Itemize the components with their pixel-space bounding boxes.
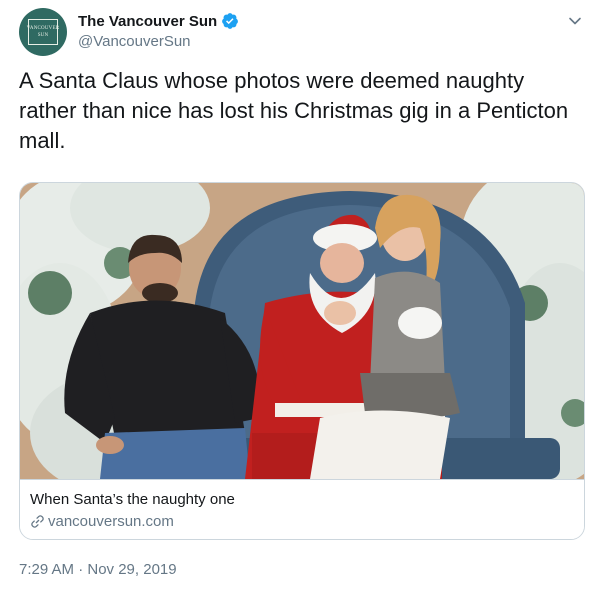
photo-santa-with-couple <box>20 183 584 479</box>
card-title[interactable]: When Santa’s the naughty one <box>30 491 235 508</box>
card-domain[interactable]: vancouversun.com <box>30 513 174 530</box>
display-name-text: The Vancouver Sun <box>78 12 218 30</box>
avatar[interactable]: VANCOUVER SUN <box>19 8 67 56</box>
user-handle[interactable]: @VancouverSun <box>78 33 191 50</box>
tweet: VANCOUVER SUN The Vancouver Sun @Vancouv… <box>0 0 600 591</box>
link-icon <box>30 514 45 529</box>
card-image[interactable] <box>20 183 584 479</box>
timestamp[interactable]: 7:29 AM · Nov 29, 2019 <box>19 561 177 578</box>
chevron-down-icon[interactable] <box>567 13 583 29</box>
card-meta[interactable]: When Santa’s the naughty one vancouversu… <box>20 479 584 539</box>
avatar-logo: VANCOUVER SUN <box>26 19 60 45</box>
display-name[interactable]: The Vancouver Sun <box>78 12 239 30</box>
verified-badge-icon <box>221 12 239 30</box>
avatar-logo-line1: VANCOUVER <box>26 26 60 31</box>
card-domain-text: vancouversun.com <box>48 513 174 530</box>
avatar-logo-line2: SUN <box>37 33 49 38</box>
tweet-text: A Santa Claus whose photos were deemed n… <box>19 68 569 153</box>
link-card[interactable]: When Santa’s the naughty one vancouversu… <box>19 182 585 540</box>
